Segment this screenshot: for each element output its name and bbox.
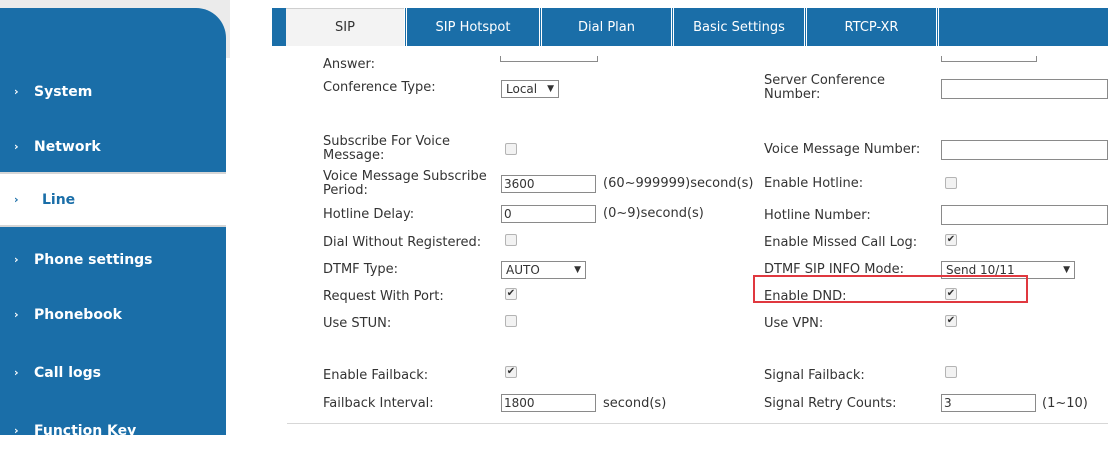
dtmf-type-select[interactable]: AUTO ▼	[501, 261, 586, 279]
sidebar-item-label: Network	[34, 138, 101, 155]
tab-basic-settings[interactable]: Basic Settings	[671, 8, 804, 46]
tab-label: Dial Plan	[578, 19, 635, 35]
server-conference-number-label: Server Conference Number:	[764, 73, 886, 102]
highlight-box	[753, 275, 1028, 303]
voice-message-subscribe-period-label: Voice Message Subscribe Period:	[323, 169, 487, 198]
tab-label: SIP	[335, 20, 355, 35]
server-conference-number-input[interactable]	[941, 79, 1108, 99]
sidebar-item-label: Line	[42, 191, 76, 208]
sidebar-item-label: Phone settings	[34, 251, 153, 268]
triangle-down-icon: ▼	[1063, 265, 1070, 275]
sidebar-item-label: Function Key	[34, 422, 137, 439]
dial-without-registered-label: Dial Without Registered:	[323, 235, 482, 250]
hotline-number-input[interactable]	[941, 205, 1108, 225]
tab-dial-plan[interactable]: Dial Plan	[539, 8, 671, 46]
sidebar-item-label: System	[34, 83, 93, 100]
enable-failback-label: Enable Failback:	[323, 368, 429, 383]
sidebar-item-label: Phonebook	[34, 306, 122, 323]
voice-message-subscribe-period-hint: (60~999999)second(s)	[603, 176, 754, 191]
select-value: Local	[506, 82, 538, 96]
check-icon: ✔	[946, 315, 956, 326]
sidebar-item-label: Call logs	[34, 364, 101, 381]
use-vpn-checkbox[interactable]: ✔	[945, 315, 957, 327]
sidebar-item-network[interactable]: › Network	[0, 119, 226, 174]
conference-type-select[interactable]: Local ▼	[501, 80, 559, 98]
right-input-partial[interactable]	[941, 56, 1037, 62]
signal-retry-counts-label: Signal Retry Counts:	[764, 396, 897, 411]
dtmf-type-label: DTMF Type:	[323, 262, 399, 277]
select-value: AUTO	[506, 263, 540, 277]
failback-interval-input[interactable]	[501, 394, 596, 412]
failback-interval-unit: second(s)	[603, 396, 667, 411]
tab-bar: SIP SIP Hotspot Dial Plan Basic Settings…	[272, 8, 1108, 46]
enable-failback-checkbox[interactable]: ✔	[505, 366, 517, 378]
sidebar-item-function-key[interactable]: › Function Key	[0, 403, 226, 458]
check-icon: ✔	[506, 288, 516, 299]
request-with-port-checkbox[interactable]: ✔	[505, 288, 517, 300]
failback-interval-label: Failback Interval:	[323, 396, 434, 411]
tab-sip[interactable]: SIP	[286, 8, 404, 46]
check-icon: ✔	[946, 234, 956, 245]
chevron-right-icon: ›	[14, 366, 19, 379]
bottom-divider	[287, 423, 1108, 424]
sidebar-item-call-logs[interactable]: › Call logs	[0, 345, 226, 400]
sidebar-item-system[interactable]: › System	[0, 64, 226, 119]
voice-message-subscribe-period-input[interactable]	[501, 175, 596, 193]
signal-failback-label: Signal Failback:	[764, 368, 865, 383]
signal-retry-counts-input[interactable]	[941, 394, 1036, 412]
triangle-down-icon: ▼	[574, 265, 581, 275]
tab-label: RTCP-XR	[844, 19, 899, 35]
tab-sip-hotspot[interactable]: SIP Hotspot	[404, 8, 539, 46]
use-vpn-label: Use VPN:	[764, 316, 824, 331]
chevron-right-icon: ›	[14, 424, 19, 437]
enable-missed-call-log-label: Enable Missed Call Log:	[764, 235, 918, 250]
chevron-right-icon: ›	[14, 308, 19, 321]
use-stun-checkbox[interactable]	[505, 315, 517, 327]
enable-hotline-label: Enable Hotline:	[764, 176, 864, 191]
signal-failback-checkbox[interactable]	[945, 366, 957, 378]
enable-missed-call-log-checkbox[interactable]: ✔	[945, 234, 957, 246]
dial-without-registered-checkbox[interactable]	[505, 234, 517, 246]
hotline-delay-label: Hotline Delay:	[323, 207, 415, 222]
tab-label: SIP Hotspot	[435, 19, 511, 35]
chevron-right-icon: ›	[14, 253, 19, 266]
chevron-right-icon: ›	[14, 193, 19, 206]
hotline-delay-hint: (0~9)second(s)	[603, 206, 704, 221]
chevron-right-icon: ›	[14, 140, 19, 153]
hotline-delay-input[interactable]	[501, 205, 596, 223]
triangle-down-icon: ▼	[547, 84, 554, 94]
hotline-number-label: Hotline Number:	[764, 208, 871, 223]
use-stun-label: Use STUN:	[323, 316, 392, 331]
conference-type-label: Conference Type:	[323, 80, 436, 95]
tab-rtcp-xr[interactable]: RTCP-XR	[804, 8, 939, 46]
signal-retry-counts-hint: (1~10)	[1042, 396, 1088, 411]
sidebar-header	[0, 8, 226, 58]
sidebar-item-phone-settings[interactable]: › Phone settings	[0, 232, 226, 287]
subscribe-voice-message-label: Subscribe For Voice Message:	[323, 134, 451, 163]
answer-input-partial[interactable]	[500, 56, 598, 62]
subscribe-voice-message-checkbox[interactable]	[505, 143, 517, 155]
voice-message-number-label: Voice Message Number:	[764, 142, 921, 157]
request-with-port-label: Request With Port:	[323, 289, 444, 304]
check-icon: ✔	[506, 366, 516, 377]
answer-label: Answer:	[323, 57, 376, 72]
sidebar-item-line[interactable]: › Line	[0, 172, 226, 227]
tab-label: Basic Settings	[693, 19, 785, 35]
enable-hotline-checkbox[interactable]	[945, 177, 957, 189]
voice-message-number-input[interactable]	[941, 140, 1108, 160]
chevron-right-icon: ›	[14, 85, 19, 98]
sidebar-item-phonebook[interactable]: › Phonebook	[0, 287, 226, 342]
